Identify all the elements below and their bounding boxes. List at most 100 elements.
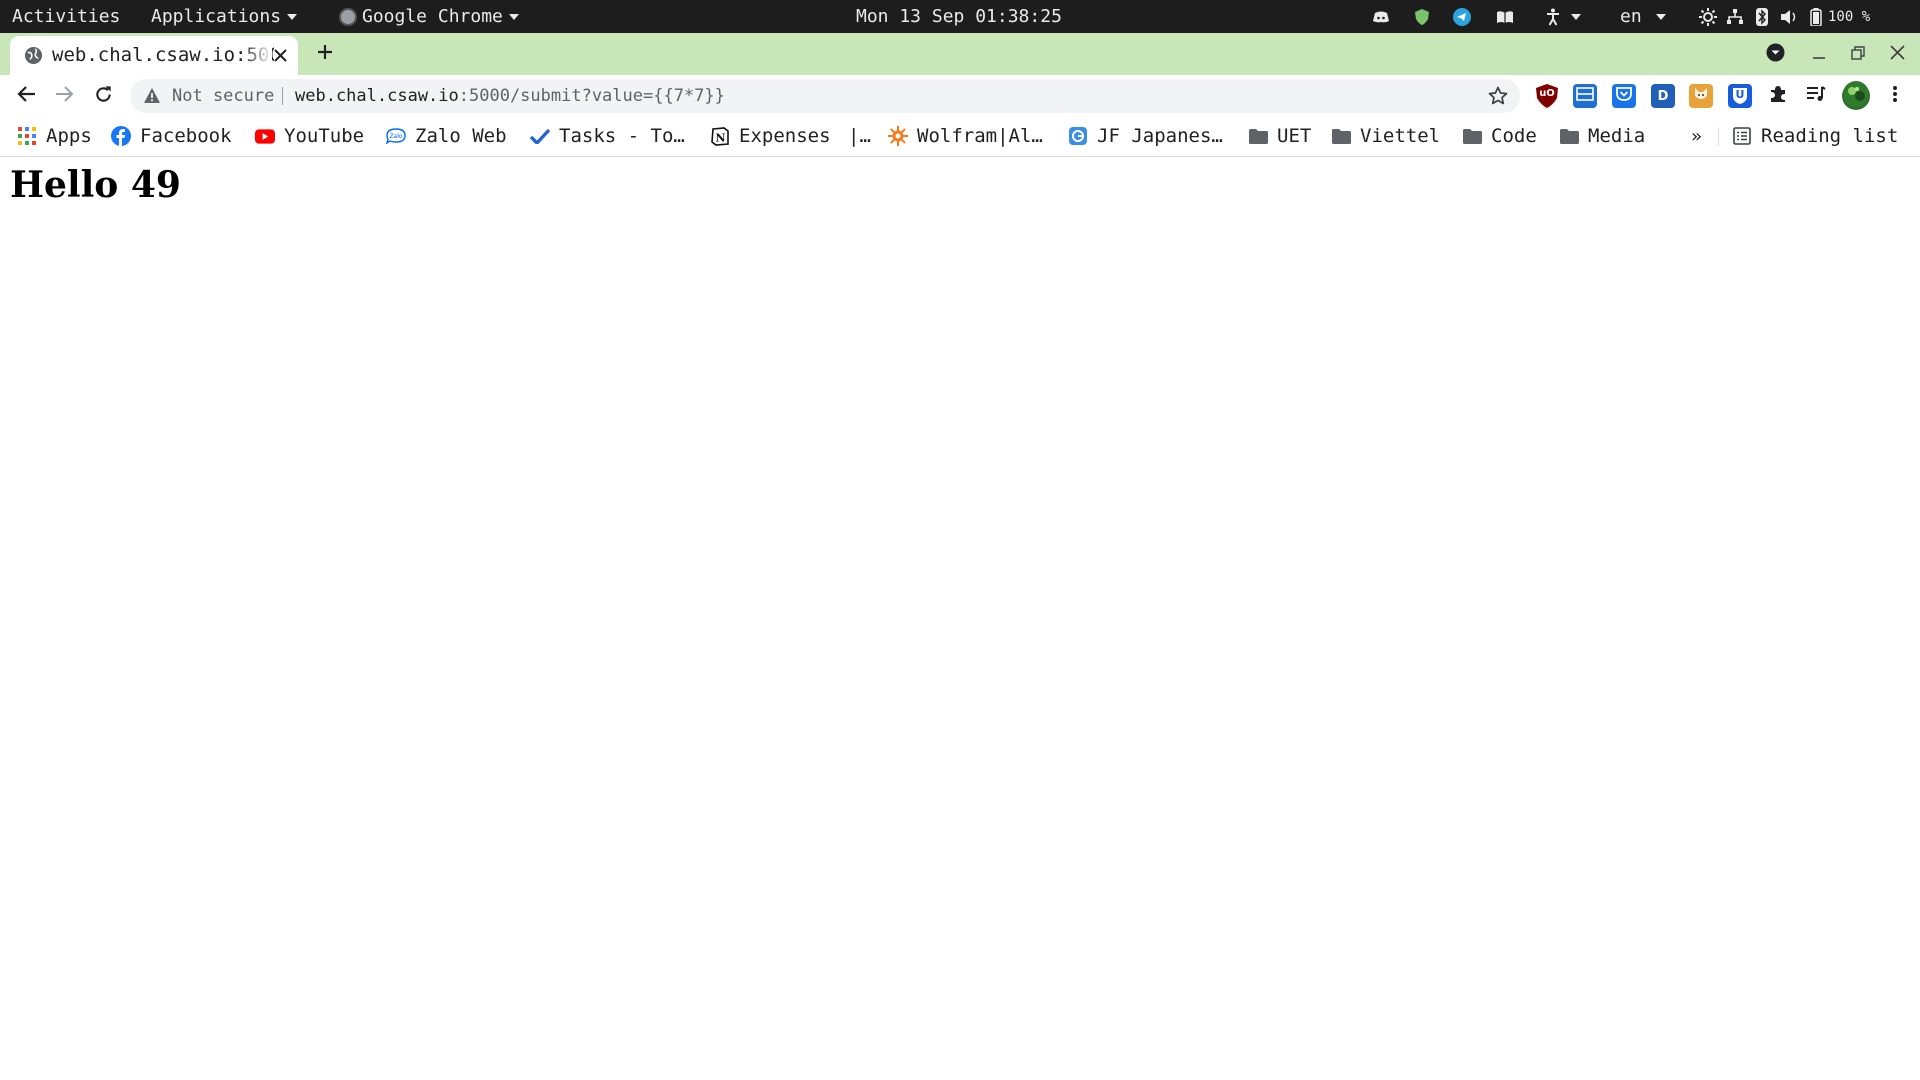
folder-icon	[1559, 126, 1579, 146]
forward-button[interactable]	[48, 75, 82, 117]
accessibility-menu[interactable]	[1544, 0, 1581, 33]
minimize-icon	[1812, 45, 1826, 64]
bookmark-label: UET	[1277, 125, 1312, 147]
bookmark-folder-uet[interactable]: UET	[1248, 117, 1311, 155]
close-window-button[interactable]	[1882, 33, 1912, 75]
window-icon	[1576, 87, 1594, 105]
bookmark-label: Zalo Web	[415, 125, 507, 147]
extensions-menu-button[interactable]	[1766, 84, 1790, 108]
folder-icon	[1462, 126, 1482, 146]
extension-button-1[interactable]	[1573, 84, 1597, 108]
youtube-icon	[255, 126, 275, 146]
dashlane-extension-button[interactable]: D	[1651, 84, 1675, 108]
restore-button[interactable]	[1843, 33, 1873, 75]
facebook-icon	[111, 126, 131, 146]
profile-avatar[interactable]	[1842, 80, 1870, 112]
reading-list-button[interactable]: Reading list	[1732, 117, 1898, 155]
bookmark-wolfram-alpha[interactable]: Wolfram|Al…	[888, 117, 1043, 155]
ublock-extension-button[interactable]: uO	[1535, 84, 1559, 108]
bookmark-youtube[interactable]: YouTube	[255, 117, 364, 155]
battery-percent: 100 %	[1828, 8, 1871, 25]
reading-list-label: Reading list	[1761, 125, 1899, 147]
folder-icon	[1331, 126, 1351, 146]
bookmark-label: Facebook	[140, 125, 232, 147]
bookmarks-overflow-button[interactable]: »	[1691, 117, 1702, 155]
media-controls-button[interactable]	[1804, 84, 1828, 108]
dashlane-icon: D	[1657, 88, 1669, 104]
bookmark-label: JF Japanes…	[1097, 125, 1223, 147]
chrome-menu-button[interactable]	[1883, 84, 1907, 108]
playlist-icon	[1806, 86, 1826, 106]
back-button[interactable]	[9, 75, 43, 117]
app-menu[interactable]: Google Chrome	[339, 0, 519, 33]
apps-grid-icon	[17, 126, 37, 146]
address-bar[interactable]: Not secure web.chal.csaw.io:5000/submit?…	[130, 79, 1520, 113]
plus-icon	[316, 43, 334, 65]
brightness-icon	[1699, 7, 1717, 26]
tab-strip: web.chal.csaw.io:5000/submit?value={{7*7…	[0, 33, 1920, 75]
bookmark-label: Wolfram|Al…	[917, 125, 1043, 147]
bookmarks-bar: Apps Facebook YouTube Zalo Zalo Web Task…	[0, 117, 1920, 157]
chevron-down-icon	[508, 14, 519, 20]
warning-icon[interactable]	[144, 88, 160, 104]
bookmark-label: Apps	[46, 125, 92, 147]
reload-button[interactable]	[86, 75, 120, 117]
bitwarden-label: U	[1735, 88, 1745, 101]
tab-search-button[interactable]	[1760, 33, 1790, 75]
security-label[interactable]: Not secure	[172, 79, 274, 113]
system-tray[interactable]: 100 %	[1699, 0, 1870, 33]
chrome-icon	[339, 8, 357, 26]
minimize-button[interactable]	[1804, 33, 1834, 75]
bitwarden-extension-button[interactable]: U	[1728, 84, 1752, 108]
close-icon[interactable]	[272, 47, 289, 64]
url-text[interactable]: web.chal.csaw.io:5000/submit?value={{7*7…	[295, 79, 725, 113]
network-icon	[1726, 8, 1744, 26]
bookmark-folder-code[interactable]: Code	[1462, 117, 1537, 155]
bookmark-unnamed[interactable]: |…	[848, 117, 871, 155]
shield-tray-icon[interactable]	[1413, 0, 1431, 33]
close-icon	[1889, 44, 1905, 64]
bookmark-facebook[interactable]: Facebook	[111, 117, 232, 155]
checkmark-icon	[530, 126, 550, 146]
chevron-down-circle-icon	[1766, 43, 1785, 66]
tab-title: web.chal.csaw.io:5000/submit?value={{7*7…	[52, 44, 274, 66]
globe-icon	[24, 46, 43, 65]
bookmark-folder-media[interactable]: Media	[1559, 117, 1645, 155]
bookmark-jf-japanese[interactable]: JF Japanes…	[1068, 117, 1223, 155]
discord-tray-icon[interactable]	[1372, 0, 1390, 33]
bookmark-folder-viettel[interactable]: Viettel	[1331, 117, 1440, 155]
bookmark-label: Expenses	[739, 125, 831, 147]
chevron-down-icon	[287, 14, 298, 20]
telegram-tray-icon[interactable]	[1453, 0, 1471, 33]
pocket-extension-button[interactable]	[1612, 84, 1636, 108]
app-menu-label: Google Chrome	[362, 6, 503, 27]
page-heading: Hello 49	[10, 164, 181, 206]
discord-icon	[1372, 8, 1390, 26]
applications-menu[interactable]: Applications	[151, 0, 298, 33]
applications-label: Applications	[151, 6, 282, 27]
bookmark-expenses[interactable]: N Expenses	[710, 117, 831, 155]
extension-button-4[interactable]	[1689, 84, 1713, 108]
tab-active[interactable]: web.chal.csaw.io:5000/submit?value={{7*7…	[10, 36, 298, 75]
bookmark-zalo-web[interactable]: Zalo Zalo Web	[386, 117, 507, 155]
bookmark-label: Code	[1491, 125, 1537, 147]
language-menu[interactable]: en	[1620, 0, 1666, 33]
battery-icon	[1807, 7, 1825, 26]
bookmarks-divider	[1718, 127, 1719, 146]
bookmark-label: YouTube	[284, 125, 365, 147]
jf-icon	[1068, 126, 1088, 146]
reader-tray-icon[interactable]	[1496, 0, 1514, 33]
star-icon[interactable]	[1488, 86, 1508, 106]
reload-icon	[94, 85, 113, 108]
clock[interactable]: Mon 13 Sep 01:38:25	[856, 0, 1062, 33]
ublock-label: uO	[1539, 88, 1555, 99]
avatar-icon	[1842, 80, 1870, 112]
new-tab-button[interactable]	[312, 41, 338, 67]
bookmark-tasks[interactable]: Tasks - To…	[530, 117, 685, 155]
chevron-down-icon	[1571, 13, 1581, 20]
svg-text:Zalo: Zalo	[389, 133, 402, 140]
bookmark-apps[interactable]: Apps	[17, 117, 92, 155]
activities-button[interactable]: Activities	[12, 0, 120, 33]
bluetooth-icon	[1753, 7, 1771, 26]
bitwarden-icon: U	[1732, 87, 1748, 105]
